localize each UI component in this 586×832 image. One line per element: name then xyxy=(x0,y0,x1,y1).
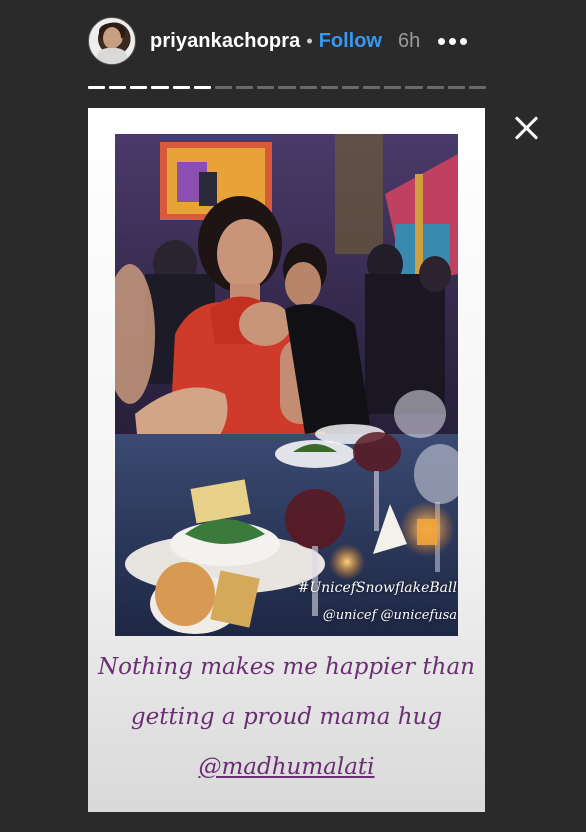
avatar-body xyxy=(97,48,127,64)
caption-mention-link[interactable]: @madhumalati xyxy=(198,754,374,780)
story-caption: Nothing makes me happier than getting a … xyxy=(88,642,485,792)
story-progress-bar xyxy=(88,86,486,89)
more-options-icon[interactable] xyxy=(438,37,468,45)
progress-segment xyxy=(193,86,211,89)
progress-segment xyxy=(236,86,254,89)
event-photo-illustration xyxy=(115,134,458,636)
progress-segment xyxy=(405,86,423,89)
progress-segment xyxy=(363,86,381,89)
story-header: priyankachopra • Follow 6h xyxy=(88,16,488,66)
post-time: 6h xyxy=(398,29,421,52)
story-frame[interactable]: #UnicefSnowflakeBall @unicef @unicefusa … xyxy=(88,108,485,812)
progress-segment xyxy=(109,86,127,89)
story-photo: #UnicefSnowflakeBall @unicef @unicefusa xyxy=(115,134,458,636)
progress-segment xyxy=(257,86,275,89)
separator-dot: • xyxy=(306,30,313,51)
more-dot xyxy=(438,37,446,45)
progress-segment xyxy=(384,86,402,89)
progress-segment xyxy=(151,86,169,89)
avatar-face xyxy=(103,27,121,49)
progress-segment xyxy=(214,86,233,89)
hashtag-sticker[interactable]: #UnicefSnowflakeBall xyxy=(257,580,457,596)
progress-segment xyxy=(88,86,106,89)
progress-segment xyxy=(320,86,338,89)
username-link[interactable]: priyankachopra xyxy=(150,30,300,53)
progress-segment xyxy=(130,86,148,89)
avatar[interactable] xyxy=(88,17,136,65)
progress-segment xyxy=(172,86,190,89)
mention-stickers[interactable]: @unicef @unicefusa xyxy=(257,608,457,623)
progress-segment xyxy=(278,86,296,89)
caption-line: getting a proud mama hug xyxy=(130,704,443,730)
close-icon[interactable] xyxy=(510,112,542,144)
follow-button[interactable]: Follow xyxy=(319,30,382,53)
progress-segment xyxy=(341,86,360,89)
progress-segment xyxy=(299,86,317,89)
progress-segment xyxy=(426,86,444,89)
progress-segment xyxy=(447,86,465,89)
caption-line: Nothing makes me happier than xyxy=(98,654,475,680)
progress-segment xyxy=(468,86,486,89)
more-dot xyxy=(449,37,457,45)
more-dot xyxy=(460,37,468,45)
